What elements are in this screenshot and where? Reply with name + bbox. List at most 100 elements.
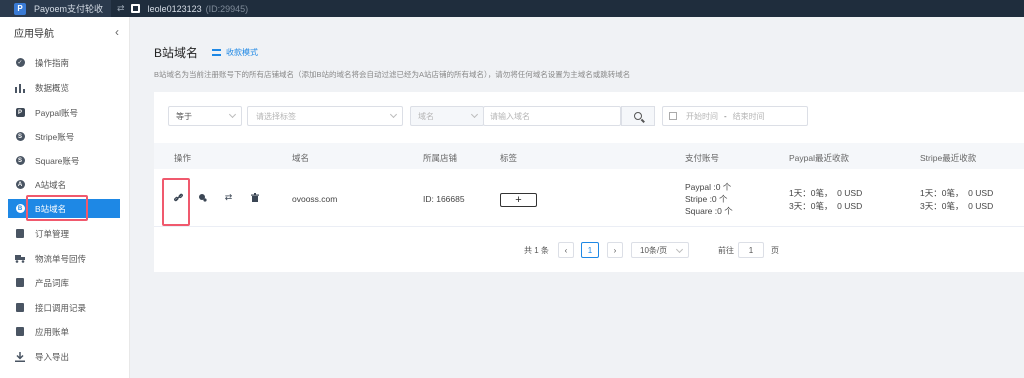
highlight-box-sidebar: [26, 195, 88, 221]
th-payment: 支付账号: [685, 153, 720, 163]
page-title: B站域名: [154, 46, 199, 60]
trash-icon[interactable]: [250, 193, 259, 202]
sidebar-item-stripe[interactable]: S Stripe账号: [0, 127, 130, 146]
th-domain: 域名: [292, 153, 310, 163]
row-paypal-3day: 3天：0笔， 0 USD: [789, 201, 863, 211]
chevron-down-icon: [389, 110, 398, 119]
sidebar-item-logistics[interactable]: 物流单号回传: [0, 249, 130, 268]
brand-logo-icon: P: [14, 2, 26, 15]
sidebar-item-overview[interactable]: 数据概览: [0, 78, 130, 97]
b-site-icon: B: [15, 204, 25, 214]
sidebar-item-api-log[interactable]: 接口调用记录: [0, 298, 130, 317]
mode-label: 收款模式: [226, 48, 259, 57]
sidebar-item-bills[interactable]: 应用账单: [0, 322, 130, 341]
prev-page-button[interactable]: ‹: [558, 242, 574, 258]
page-header: B站域名 收款模式: [154, 44, 258, 61]
chevron-down-icon: [228, 110, 237, 119]
payment-mode-link[interactable]: 收款模式: [212, 47, 258, 58]
sidebar-title: 应用导航: [14, 28, 54, 40]
page-size-value: 10条/页: [640, 245, 668, 255]
field-select[interactable]: 域名: [410, 106, 484, 126]
check-circle-icon: ✓: [15, 58, 25, 67]
square-icon: S: [15, 156, 25, 166]
switch-icon[interactable]: ⇄: [117, 3, 125, 14]
sidebar-item-label: 产品词库: [35, 277, 70, 288]
sidebar-item-square[interactable]: S Square账号: [0, 151, 130, 170]
paypal-icon: P: [15, 108, 25, 118]
transfer-icon[interactable]: ⇄: [224, 192, 233, 202]
brand[interactable]: P Payoem支付轮收: [0, 0, 112, 17]
date-end: 结束时间: [732, 111, 765, 121]
sidebar-item-products[interactable]: 产品词库: [0, 273, 130, 292]
domain-card: 等于 请选择标签 域名 请输入域名 开始时间 - 结束时间 操作 域名 所属店铺…: [154, 92, 1024, 272]
match-select[interactable]: 等于: [168, 106, 242, 126]
sidebar-item-label: 接口调用记录: [35, 302, 87, 313]
row-stripe-1day: 1天：0笔， 0 USD: [920, 188, 994, 198]
pagination-total: 共 1 条: [524, 245, 549, 255]
tag-select-placeholder: 请选择标签: [256, 111, 296, 121]
row-stripe-3day: 3天：0笔， 0 USD: [920, 201, 994, 211]
store-selector[interactable]: leole0123123 (ID:29945): [130, 3, 249, 14]
chevron-down-icon: [675, 245, 684, 254]
order-icon: [15, 229, 25, 239]
th-paypal-recent: Paypal最近收款: [789, 153, 849, 163]
sidebar-item-a-site[interactable]: A A站域名: [0, 175, 130, 194]
page-number-current[interactable]: 1: [581, 242, 599, 258]
sidebar-item-label: 导入导出: [35, 351, 70, 362]
a-site-icon: A: [15, 180, 25, 190]
date-separator: -: [724, 111, 727, 121]
settings-user-icon[interactable]: [198, 193, 207, 202]
th-stripe-recent: Stripe最近收款: [920, 153, 977, 163]
truck-icon: [15, 254, 25, 264]
sidebar-item-label: A站域名: [35, 179, 67, 190]
row-store: ID: 166685: [423, 194, 465, 204]
chevron-left-icon[interactable]: ‹: [115, 25, 119, 39]
row-payment-paypal: Paypal :0 个: [685, 182, 732, 192]
date-range-picker[interactable]: 开始时间 - 结束时间: [662, 106, 808, 126]
stripe-icon: S: [15, 132, 25, 142]
table-row: ⇄ ovooss.com ID: 166685 + Paypal :0 个 St…: [154, 169, 1024, 227]
log-icon: [15, 303, 25, 313]
th-tag: 标签: [500, 153, 518, 163]
goto-label: 前往: [718, 245, 734, 255]
chevron-left-icon: ‹: [564, 245, 568, 255]
chevron-right-icon: ›: [613, 245, 617, 255]
download-icon: [15, 351, 25, 362]
product-icon: [15, 278, 25, 288]
store-id: (ID:29945): [205, 3, 249, 14]
brand-name: Payoem支付轮收: [34, 4, 104, 14]
row-payment-square: Square :0 个: [685, 206, 733, 216]
page-description: B站域名为当前注册账号下的所有店铺域名（添加B站的域名将会自动过滤已经为A站店铺…: [154, 70, 631, 79]
store-icon: [130, 4, 140, 13]
sidebar-item-orders[interactable]: 订单管理: [0, 224, 130, 243]
date-start: 开始时间: [686, 111, 718, 121]
sidebar-item-guide[interactable]: ✓ 操作指南: [0, 53, 130, 72]
sidebar-item-label: 应用账单: [35, 326, 70, 337]
field-select-value: 域名: [418, 111, 434, 121]
table-header: 操作 域名 所属店铺 标签 支付账号 Paypal最近收款 Stripe最近收款: [154, 143, 1024, 169]
next-page-button[interactable]: ›: [607, 242, 623, 258]
sidebar-item-label: 操作指南: [35, 57, 70, 68]
sidebar-item-label: Stripe账号: [35, 131, 75, 142]
bill-icon: [15, 327, 25, 337]
tag-select[interactable]: 请选择标签: [247, 106, 403, 126]
sidebar-header: 应用导航 ‹: [0, 17, 129, 47]
mode-icon: [212, 49, 222, 56]
row-payment-stripe: Stripe :0 个: [685, 194, 728, 204]
page-size-select[interactable]: 10条/页: [631, 242, 689, 258]
goto-page-input[interactable]: 1: [738, 242, 764, 258]
page-suffix: 页: [771, 245, 779, 255]
search-button[interactable]: [621, 106, 655, 126]
th-actions: 操作: [174, 153, 192, 163]
highlight-box-action: [162, 178, 190, 226]
row-paypal-1day: 1天：0笔， 0 USD: [789, 188, 863, 198]
row-domain: ovooss.com: [292, 194, 338, 204]
sidebar-item-import-export[interactable]: 导入导出: [0, 347, 130, 366]
top-bar: P Payoem支付轮收 ⇄ leole0123123 (ID:29945): [0, 0, 1024, 17]
domain-search-input[interactable]: 请输入域名: [483, 106, 621, 126]
add-tag-button[interactable]: +: [500, 193, 537, 207]
sidebar-item-paypal[interactable]: P Paypal账号: [0, 103, 130, 122]
sidebar-item-label: 数据概览: [35, 82, 70, 93]
search-icon: [634, 112, 642, 120]
sidebar-item-label: 订单管理: [35, 228, 70, 239]
